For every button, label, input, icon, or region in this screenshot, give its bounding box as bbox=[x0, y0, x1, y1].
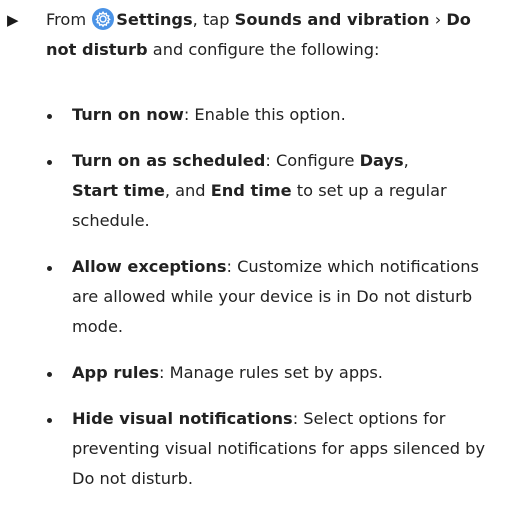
end-time-label: End time bbox=[210, 181, 292, 200]
sounds-vibration-label: Sounds and vibration bbox=[234, 10, 430, 29]
list-item: Turn on as scheduled: Configure Days, Sta… bbox=[46, 146, 506, 236]
list-item: Hide visual notifications: Select option… bbox=[46, 404, 506, 494]
chevron-right-icon: › bbox=[429, 10, 447, 29]
step-post: and configure the following: bbox=[147, 40, 380, 59]
option-text: , and bbox=[164, 181, 211, 200]
step-arrow-icon: ▶ bbox=[7, 11, 19, 29]
days-label: Days bbox=[359, 151, 404, 170]
option-title: Turn on as scheduled bbox=[72, 151, 266, 170]
list-item: Turn on now: Enable this option. bbox=[46, 100, 506, 130]
step-tap: , tap bbox=[192, 10, 235, 29]
start-time-label: Start time bbox=[72, 181, 165, 200]
option-title: Turn on now bbox=[72, 105, 184, 124]
option-text: : Enable this option. bbox=[183, 105, 346, 124]
option-text: , bbox=[403, 151, 409, 170]
step-pre: From bbox=[46, 10, 92, 29]
step-text: From Settings, tap Sounds and vibration … bbox=[46, 5, 506, 65]
options-list: Turn on now: Enable this option. Turn on… bbox=[46, 100, 506, 510]
option-title: App rules bbox=[72, 363, 160, 382]
option-text: : Manage rules set by apps. bbox=[159, 363, 383, 382]
option-title: Hide visual notifications bbox=[72, 409, 293, 428]
option-title: Allow exceptions bbox=[72, 257, 227, 276]
settings-gear-icon bbox=[92, 8, 115, 30]
settings-label: Settings bbox=[116, 10, 193, 29]
list-item: Allow exceptions: Customize which notifi… bbox=[46, 252, 506, 342]
list-item: App rules: Manage rules set by apps. bbox=[46, 358, 506, 388]
option-text: : Configure bbox=[265, 151, 360, 170]
